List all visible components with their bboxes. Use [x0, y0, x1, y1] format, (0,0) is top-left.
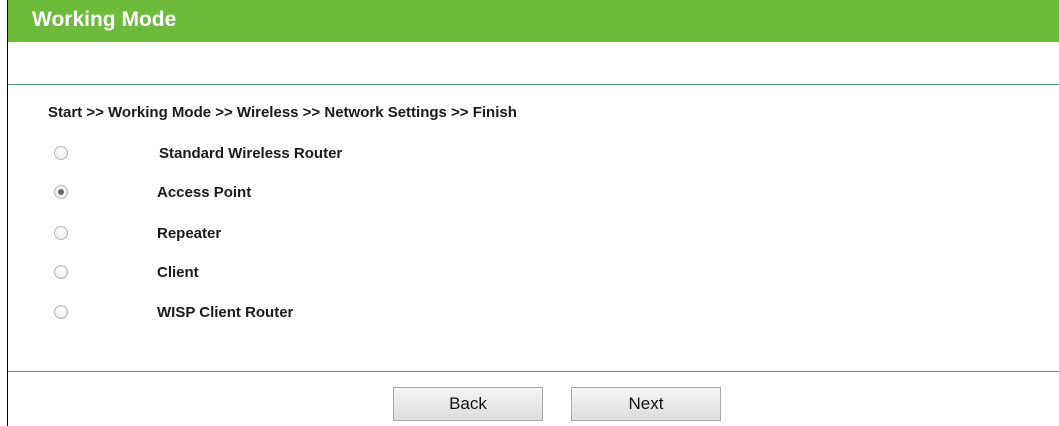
- option-label: Client: [157, 264, 199, 281]
- page-title: Working Mode: [32, 8, 177, 31]
- breadcrumb: Start >> Working Mode >> Wireless >> Net…: [48, 104, 517, 121]
- radio-wisp-client-router[interactable]: [54, 305, 68, 319]
- option-access-point[interactable]: Access Point: [8, 179, 708, 207]
- radio-access-point[interactable]: [54, 185, 68, 199]
- option-repeater[interactable]: Repeater: [8, 220, 708, 248]
- back-button[interactable]: Back: [393, 387, 543, 421]
- title-bar: Working Mode: [8, 0, 1059, 42]
- option-label: Repeater: [157, 225, 222, 242]
- option-label: Standard Wireless Router: [159, 145, 343, 162]
- option-wisp-client-router[interactable]: WISP Client Router: [8, 299, 708, 327]
- working-mode-panel: Working Mode Start >> Working Mode >> Wi…: [7, 0, 1059, 426]
- next-button[interactable]: Next: [571, 387, 721, 421]
- option-standard-wireless-router[interactable]: Standard Wireless Router: [8, 140, 708, 168]
- radio-repeater[interactable]: [54, 226, 68, 240]
- option-label: WISP Client Router: [157, 304, 294, 321]
- divider-top: [8, 84, 1059, 85]
- radio-standard-wireless-router[interactable]: [54, 146, 68, 160]
- option-client[interactable]: Client: [8, 259, 708, 287]
- radio-client[interactable]: [54, 265, 68, 279]
- option-label: Access Point: [157, 184, 252, 201]
- divider-bottom: [8, 371, 1059, 372]
